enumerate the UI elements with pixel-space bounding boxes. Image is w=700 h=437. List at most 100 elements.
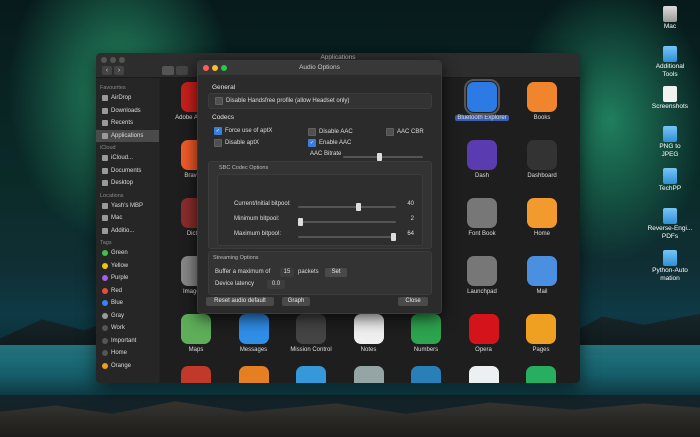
current-bitpool-slider[interactable] bbox=[298, 203, 396, 211]
forward-button[interactable]: › bbox=[114, 66, 124, 75]
sidebar-tag-purple[interactable]: Purple bbox=[96, 272, 159, 285]
tag-color-dot-icon bbox=[102, 350, 108, 357]
sidebar-tag-green[interactable]: Green bbox=[96, 247, 159, 260]
sidebar-tag-yellow[interactable]: Yellow bbox=[96, 260, 159, 273]
tag-color-dot-icon bbox=[102, 325, 108, 332]
sidebar-tag-home[interactable]: Home bbox=[96, 347, 159, 360]
sidebar-header-locations: Locations bbox=[100, 192, 124, 199]
sidebar-item-desktop[interactable]: Desktop bbox=[96, 177, 159, 190]
list-view-button[interactable] bbox=[176, 66, 188, 75]
sidebar-item-documents[interactable]: Documents bbox=[96, 165, 159, 178]
sidebar-tag-important[interactable]: Important bbox=[96, 335, 159, 348]
app-launchpad[interactable]: Launchpad bbox=[452, 256, 512, 296]
tag-color-dot-icon bbox=[102, 275, 108, 282]
app-partial-row-item[interactable] bbox=[224, 366, 284, 383]
app-numbers[interactable]: Numbers bbox=[396, 314, 456, 354]
sidebar-header-icloud: iCloud bbox=[100, 145, 116, 151]
app-icon bbox=[181, 314, 211, 344]
airdrop-icon bbox=[102, 95, 108, 102]
desktop-item-mac[interactable]: Mac bbox=[640, 6, 700, 31]
tag-color-dot-icon bbox=[102, 300, 108, 307]
app-icon bbox=[411, 366, 441, 383]
app-icon bbox=[526, 366, 556, 383]
app-partial-row-item[interactable] bbox=[281, 366, 341, 383]
reset-audio-default-button[interactable]: Reset audio default bbox=[206, 297, 274, 306]
checkmark-icon: ✓ bbox=[308, 139, 316, 147]
disable-handsfree-checkbox[interactable]: Disable Handsfree profile (allow Headset… bbox=[215, 97, 349, 105]
laptop-icon bbox=[102, 202, 108, 209]
desktop-item-screenshots[interactable]: Screenshots bbox=[640, 86, 700, 111]
graph-button[interactable]: Graph bbox=[282, 297, 310, 306]
desktop-item-techpp[interactable]: TechPP bbox=[640, 168, 700, 193]
app-label: Messages bbox=[239, 347, 268, 353]
app-messages[interactable]: Messages bbox=[224, 314, 284, 354]
app-partial-row-item[interactable] bbox=[166, 366, 226, 383]
app-partial-row-item[interactable] bbox=[454, 366, 514, 383]
disable-aptx-checkbox[interactable]: Disable aptX bbox=[214, 139, 259, 147]
dialog-titlebar: Audio Options bbox=[198, 61, 441, 75]
general-box: Disable Handsfree profile (allow Headset… bbox=[208, 93, 432, 109]
app-opera[interactable]: Opera bbox=[454, 314, 514, 354]
finder-sidebar: Favourites AirDrop Downloads Recents App… bbox=[96, 78, 159, 383]
app-pages[interactable]: Pages bbox=[511, 314, 571, 354]
tag-label: Red bbox=[111, 287, 123, 294]
current-bitpool-knob[interactable] bbox=[355, 203, 361, 211]
sidebar-item-applications[interactable]: Applications bbox=[96, 129, 159, 142]
app-home[interactable]: Home bbox=[512, 198, 572, 238]
app-books[interactable]: Books bbox=[512, 82, 572, 122]
minimum-bitpool-slider[interactable] bbox=[298, 218, 396, 226]
tag-label: Orange bbox=[111, 362, 132, 369]
sidebar-item-downloads[interactable]: Downloads bbox=[96, 105, 159, 118]
desktop-item-reverse-pdfs[interactable]: Reverse-Engi...PDFs bbox=[640, 208, 700, 241]
sidebar-item-icloud-drive[interactable]: iCloud... bbox=[96, 152, 159, 165]
aac-bitrate-slider[interactable] bbox=[343, 153, 423, 161]
app-partial-row-item[interactable] bbox=[339, 366, 399, 383]
app-font-book[interactable]: Font Book bbox=[452, 198, 512, 238]
app-mail[interactable]: Mail bbox=[512, 256, 572, 296]
app-partial-row-item[interactable] bbox=[396, 366, 456, 383]
icon-view-button[interactable] bbox=[162, 66, 174, 75]
buffer-input[interactable]: 15 bbox=[280, 268, 294, 277]
tag-label: Gray bbox=[111, 312, 125, 319]
aac-cbr-checkbox[interactable]: AAC CBR bbox=[386, 128, 424, 136]
set-button[interactable]: Set bbox=[325, 268, 347, 277]
disable-aac-checkbox[interactable]: Disable AAC bbox=[308, 128, 353, 136]
document-icon bbox=[102, 167, 108, 174]
close-button[interactable]: Close bbox=[398, 297, 428, 306]
desktop-item-additional-tools[interactable]: Additional Tools bbox=[640, 46, 700, 79]
desktop-item-png-to-jpeg[interactable]: PNG to JPEG bbox=[640, 126, 700, 159]
aac-bitrate-knob[interactable] bbox=[376, 153, 382, 161]
sidebar-item-airdrop[interactable]: AirDrop bbox=[96, 92, 159, 105]
minimum-bitpool-knob[interactable] bbox=[298, 218, 303, 226]
app-bluetooth-explorer[interactable]: Bluetooth Explorer bbox=[452, 79, 512, 122]
sidebar-tag-gray[interactable]: Gray bbox=[96, 310, 159, 323]
app-mission-control[interactable]: Mission Control bbox=[281, 314, 341, 354]
app-icon bbox=[238, 366, 269, 383]
sidebar-tag-orange[interactable]: Orange bbox=[96, 360, 159, 373]
maximum-bitpool-slider[interactable] bbox=[298, 233, 396, 241]
maximum-bitpool-knob[interactable] bbox=[391, 233, 396, 241]
sidebar-item-recents[interactable]: Recents bbox=[96, 117, 159, 130]
sidebar-tag-red[interactable]: Red bbox=[96, 285, 159, 298]
back-button[interactable]: ‹ bbox=[102, 66, 112, 75]
app-dashboard[interactable]: Dashboard bbox=[512, 140, 572, 180]
checkmark-icon: ✓ bbox=[214, 127, 222, 135]
hard-drive-icon bbox=[102, 215, 108, 222]
sidebar-item-mac[interactable]: Mac bbox=[96, 212, 159, 225]
tag-list: Green Yellow Purple Red Blue Gray Work Importan… bbox=[96, 247, 159, 372]
enable-aac-checkbox[interactable]: ✓ Enable AAC bbox=[308, 139, 351, 147]
app-partial-row-item[interactable] bbox=[511, 366, 571, 383]
app-label: Notes bbox=[360, 347, 377, 353]
sidebar-item-yashs-mbp[interactable]: Yash's MBP bbox=[96, 200, 159, 213]
app-dash[interactable]: Dash bbox=[452, 140, 512, 180]
sidebar-header-tags: Tags bbox=[100, 240, 112, 246]
app-icon bbox=[296, 366, 326, 383]
force-aptx-checkbox[interactable]: ✓ Force use of aptX bbox=[214, 127, 272, 135]
sidebar-tag-work[interactable]: Work bbox=[96, 322, 159, 335]
audio-options-dialog: Audio Options General Disable Handsfree … bbox=[197, 60, 442, 314]
app-maps[interactable]: Maps bbox=[166, 314, 226, 354]
sidebar-tag-blue[interactable]: Blue bbox=[96, 297, 159, 310]
app-notes[interactable]: Notes bbox=[339, 314, 399, 354]
desktop-item-python-automation[interactable]: Python-Automation bbox=[640, 250, 700, 283]
sidebar-item-additional[interactable]: Additio... bbox=[96, 225, 159, 238]
